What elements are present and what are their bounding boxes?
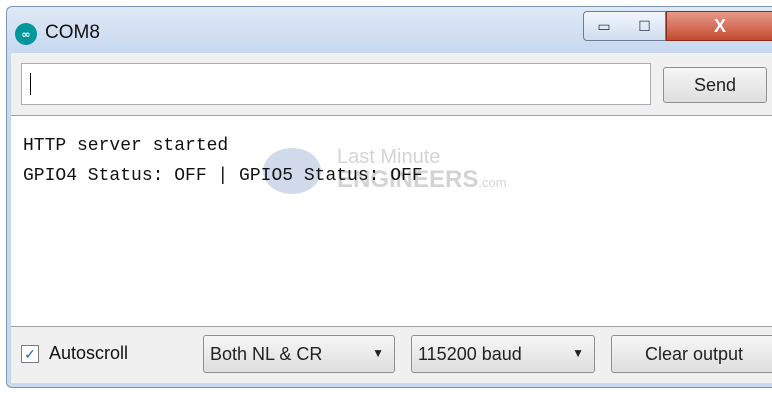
watermark-suffix: .com xyxy=(478,175,507,190)
output-line: HTTP server started xyxy=(23,136,229,156)
client-area: Send Last Minute ENGINEERS.com HTTP serv… xyxy=(11,53,772,383)
clear-output-button[interactable]: Clear output xyxy=(611,335,772,373)
serial-input[interactable] xyxy=(21,63,651,105)
baud-rate-value: 115200 baud xyxy=(418,344,522,364)
chevron-down-icon: ▼ xyxy=(372,346,384,360)
minimize-button[interactable]: ▭ xyxy=(583,11,625,41)
autoscroll-label[interactable]: Autoscroll xyxy=(49,343,128,364)
line-ending-value: Both NL & CR xyxy=(210,344,323,364)
text-caret xyxy=(30,73,31,95)
serial-monitor-window: ∞ COM8 ▭ ☐ X Send Last Minute ENGINEERS.… xyxy=(6,6,772,388)
chevron-down-icon: ▼ xyxy=(572,346,584,360)
output-line: GPIO4 Status: OFF | GPIO5 Status: OFF xyxy=(23,166,423,186)
close-button[interactable]: X xyxy=(666,11,772,41)
arduino-icon: ∞ xyxy=(15,23,37,45)
title-bar: ∞ COM8 ▭ ☐ X xyxy=(7,7,772,53)
window-title: COM8 xyxy=(45,22,100,43)
serial-output[interactable]: Last Minute ENGINEERS.com HTTP server st… xyxy=(11,115,772,327)
close-icon: X xyxy=(713,15,726,36)
baud-rate-dropdown[interactable]: 115200 baud ▼ xyxy=(411,335,595,373)
checkmark-icon: ✓ xyxy=(24,345,36,362)
maximize-icon: ☐ xyxy=(638,17,651,34)
send-button[interactable]: Send xyxy=(663,67,767,103)
line-ending-dropdown[interactable]: Both NL & CR ▼ xyxy=(203,335,395,373)
minimize-icon: ▭ xyxy=(597,17,611,34)
maximize-button[interactable]: ☐ xyxy=(624,11,666,41)
bottom-bar: ✓ Autoscroll Both NL & CR ▼ 115200 baud … xyxy=(11,327,772,383)
autoscroll-checkbox[interactable]: ✓ xyxy=(21,345,39,363)
